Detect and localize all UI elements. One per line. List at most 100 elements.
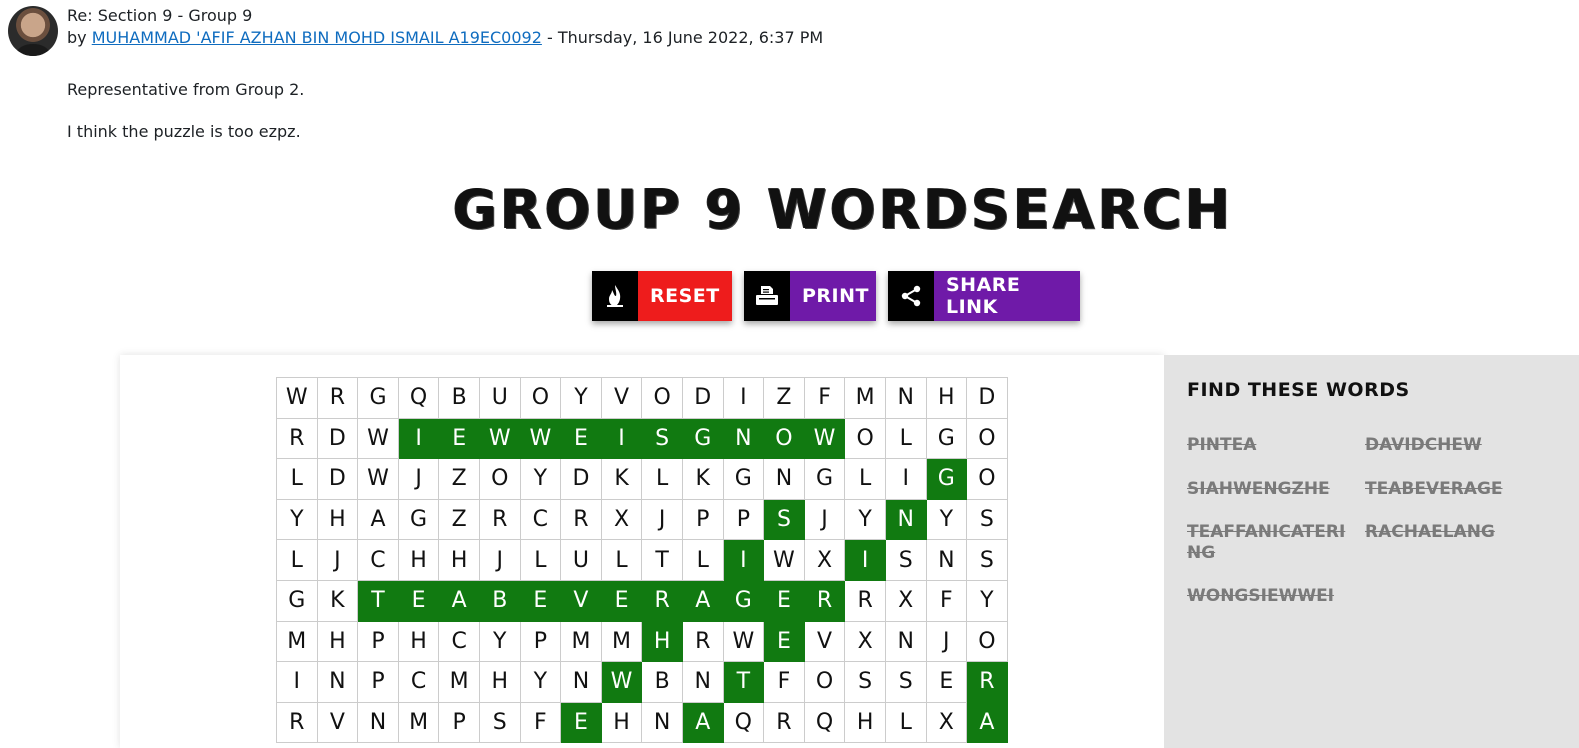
grid-cell[interactable]: O [967, 621, 1008, 663]
grid-cell[interactable]: J [926, 621, 968, 663]
grid-cell[interactable]: W [358, 459, 399, 500]
grid-cell[interactable]: A [967, 702, 1008, 744]
grid-cell[interactable]: Q [804, 702, 846, 744]
grid-cell[interactable]: G [926, 459, 968, 500]
grid-cell[interactable]: G [277, 580, 318, 622]
grid-cell[interactable]: Z [439, 499, 480, 541]
share-link-button[interactable]: SHARE LINK [888, 271, 1080, 321]
grid-cell[interactable]: H [398, 540, 440, 581]
grid-cell[interactable]: I [723, 540, 765, 581]
grid-cell[interactable]: E [520, 580, 562, 622]
grid-cell[interactable]: T [358, 580, 399, 622]
grid-cell[interactable]: N [642, 702, 683, 744]
grid-cell[interactable]: R [277, 702, 318, 744]
grid-cell[interactable]: N [317, 662, 359, 703]
grid-cell[interactable]: N [885, 499, 927, 541]
grid-cell[interactable]: O [967, 459, 1008, 500]
grid-cell[interactable]: H [317, 621, 359, 663]
grid-cell[interactable]: G [723, 459, 765, 500]
grid-cell[interactable]: O [804, 662, 846, 703]
grid-cell[interactable]: U [479, 378, 521, 419]
grid-cell[interactable]: D [682, 378, 724, 419]
grid-cell[interactable]: R [967, 662, 1008, 703]
grid-cell[interactable]: R [804, 580, 846, 622]
grid-cell[interactable]: N [926, 540, 968, 581]
grid-cell[interactable]: Z [439, 459, 480, 500]
grid-cell[interactable]: S [479, 702, 521, 744]
author-avatar[interactable] [8, 6, 58, 56]
grid-cell[interactable]: N [764, 459, 805, 500]
grid-cell[interactable]: E [926, 662, 968, 703]
grid-cell[interactable]: H [398, 621, 440, 663]
grid-cell[interactable]: P [723, 499, 765, 541]
grid-cell[interactable]: M [561, 621, 602, 663]
grid-cell[interactable]: C [358, 540, 399, 581]
grid-cell[interactable]: R [561, 499, 602, 541]
grid-cell[interactable]: H [439, 540, 480, 581]
grid-cell[interactable]: J [479, 540, 521, 581]
letter-grid[interactable]: WRGQBUOYVODIZFMNHDRDWIEWWEISGNOWOLGOLDWJ… [276, 377, 1008, 744]
grid-cell[interactable]: N [561, 662, 602, 703]
grid-cell[interactable]: T [642, 540, 683, 581]
grid-cell[interactable]: P [520, 621, 562, 663]
grid-cell[interactable]: X [845, 621, 886, 663]
grid-cell[interactable]: L [520, 540, 562, 581]
grid-cell[interactable]: I [601, 418, 643, 460]
grid-cell[interactable]: M [845, 378, 886, 419]
grid-cell[interactable]: C [520, 499, 562, 541]
grid-cell[interactable]: N [358, 702, 399, 744]
grid-cell[interactable]: K [601, 459, 643, 500]
grid-cell[interactable]: D [967, 378, 1008, 419]
grid-cell[interactable]: O [845, 418, 886, 460]
grid-cell[interactable]: G [358, 378, 399, 419]
grid-cell[interactable]: P [358, 621, 399, 663]
grid-cell[interactable]: H [601, 702, 643, 744]
grid-cell[interactable]: A [358, 499, 399, 541]
grid-cell[interactable]: X [804, 540, 846, 581]
grid-cell[interactable]: L [885, 702, 927, 744]
grid-cell[interactable]: E [561, 418, 602, 460]
grid-cell[interactable]: L [277, 540, 318, 581]
grid-cell[interactable]: W [804, 418, 846, 460]
grid-cell[interactable]: E [439, 418, 480, 460]
grid-cell[interactable]: L [885, 418, 927, 460]
grid-cell[interactable]: P [358, 662, 399, 703]
grid-cell[interactable]: D [317, 418, 359, 460]
grid-cell[interactable]: R [642, 580, 683, 622]
reset-button[interactable]: RESET [592, 271, 732, 321]
grid-cell[interactable]: A [682, 702, 724, 744]
grid-cell[interactable]: U [561, 540, 602, 581]
grid-cell[interactable]: C [398, 662, 440, 703]
grid-cell[interactable]: N [885, 378, 927, 419]
grid-cell[interactable]: I [398, 418, 440, 460]
grid-cell[interactable]: V [804, 621, 846, 663]
grid-cell[interactable]: W [479, 418, 521, 460]
grid-cell[interactable]: L [277, 459, 318, 500]
grid-cell[interactable]: I [277, 662, 318, 703]
grid-cell[interactable]: W [764, 540, 805, 581]
grid-cell[interactable]: G [682, 418, 724, 460]
grid-cell[interactable]: E [601, 580, 643, 622]
grid-cell[interactable]: R [317, 378, 359, 419]
grid-cell[interactable]: S [967, 499, 1008, 541]
grid-cell[interactable]: R [682, 621, 724, 663]
grid-cell[interactable]: H [317, 499, 359, 541]
author-link[interactable]: MUHAMMAD 'AFIF AZHAN BIN MOHD ISMAIL A19… [92, 28, 542, 47]
grid-cell[interactable]: P [682, 499, 724, 541]
grid-cell[interactable]: B [642, 662, 683, 703]
grid-cell[interactable]: J [642, 499, 683, 541]
grid-cell[interactable]: O [967, 418, 1008, 460]
grid-cell[interactable]: S [642, 418, 683, 460]
grid-cell[interactable]: Y [926, 499, 968, 541]
grid-cell[interactable]: K [317, 580, 359, 622]
grid-cell[interactable]: F [804, 378, 846, 419]
grid-cell[interactable]: I [885, 459, 927, 500]
grid-cell[interactable]: V [561, 580, 602, 622]
grid-cell[interactable]: X [926, 702, 968, 744]
grid-cell[interactable]: L [601, 540, 643, 581]
grid-cell[interactable]: T [723, 662, 765, 703]
grid-cell[interactable]: J [398, 459, 440, 500]
grid-cell[interactable]: H [926, 378, 968, 419]
grid-cell[interactable]: G [804, 459, 846, 500]
grid-cell[interactable]: F [926, 580, 968, 622]
